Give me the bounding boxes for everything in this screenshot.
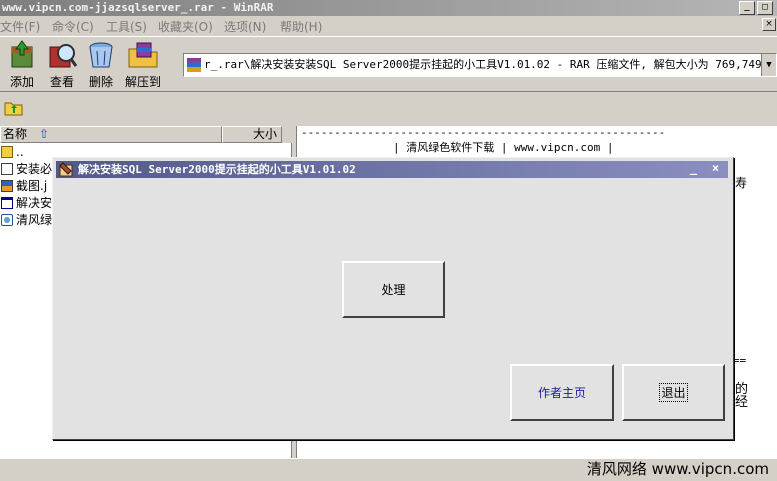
sort-up-icon: ⇧ <box>39 127 50 141</box>
app-icon <box>59 162 74 177</box>
rar-archive-icon <box>187 58 201 72</box>
menu-tools[interactable]: 工具(S) <box>106 18 147 35</box>
mdi-close-icon[interactable]: × <box>762 18 776 31</box>
window-title-bar: www.vipcn.com-jjazsqlserver_.rar - WinRA… <box>0 0 777 16</box>
author-homepage-label: 作者主页 <box>537 386 586 400</box>
menu-help[interactable]: 帮助(H) <box>280 18 322 35</box>
tool-dialog: 解决安装SQL Server2000提示挂起的小工具V1.01.02 _ × 处… <box>52 157 734 440</box>
restore-button[interactable]: □ <box>757 1 773 15</box>
delete-label: 删除 <box>88 75 113 89</box>
preview-fragment: == <box>733 354 747 367</box>
window-title: www.vipcn.com-jjazsqlserver_.rar - WinRA… <box>2 1 274 14</box>
archive-path-text: r_.rar\解决安装安装SQL Server2000提示挂起的小工具V1.01… <box>204 58 777 71</box>
extract-folder-icon <box>127 39 159 71</box>
application-icon <box>1 197 13 209</box>
image-file-icon <box>1 180 13 192</box>
menu-bar: 文件(F) 命令(C) 工具(S) 收藏夹(O) 选项(N) 帮助(H) × <box>0 16 777 35</box>
dialog-title-bar[interactable]: 解决安装SQL Server2000提示挂起的小工具V1.01.02 _ × <box>56 161 728 178</box>
up-folder-icon[interactable] <box>4 99 24 117</box>
process-button[interactable]: 处理 <box>342 261 445 318</box>
column-size-label: 大小 <box>252 127 277 141</box>
column-name-label: 名称 <box>3 127 28 141</box>
menu-file[interactable]: 文件(F) <box>0 18 40 35</box>
dialog-close-icon[interactable]: × <box>708 162 723 176</box>
menu-favorites[interactable]: 收藏夹(O) <box>158 18 213 35</box>
column-size[interactable]: 大小 <box>222 126 282 143</box>
process-button-label: 处理 <box>381 283 406 297</box>
preview-fragment: 经 <box>735 395 749 410</box>
delete-button[interactable]: 删除 <box>84 39 118 90</box>
exit-button-label: 退出 <box>659 383 688 402</box>
minimize-button[interactable]: _ <box>739 1 755 15</box>
menu-command[interactable]: 命令(C) <box>52 18 94 35</box>
menu-options[interactable]: 选项(N) <box>224 18 266 35</box>
file-list-header: 名称 ⇧ 大小 <box>0 126 292 143</box>
add-button[interactable]: 添加 <box>5 39 39 90</box>
text-file-icon <box>1 163 13 175</box>
preview-fragment: 寿 <box>735 176 748 190</box>
path-dropdown-icon[interactable]: ▼ <box>761 54 776 76</box>
extract-to-label: 解压到 <box>124 75 161 89</box>
watermark: 清风网络 www.vipcn.com <box>586 460 769 478</box>
dialog-title: 解决安装SQL Server2000提示挂起的小工具V1.01.02 <box>78 163 356 176</box>
add-label: 添加 <box>9 75 34 89</box>
preview-divider: ----------------------------------------… <box>301 126 666 139</box>
dialog-minimize-icon[interactable]: _ <box>686 162 701 176</box>
delete-bin-icon <box>85 39 117 71</box>
navigation-row <box>0 95 777 123</box>
archive-path-field[interactable]: r_.rar\解决安装安装SQL Server2000提示挂起的小工具V1.01… <box>183 53 777 77</box>
web-page-icon <box>1 214 13 226</box>
column-name[interactable]: 名称 ⇧ <box>0 126 222 143</box>
author-homepage-button[interactable]: 作者主页 <box>510 364 614 421</box>
add-archive-icon <box>6 39 38 71</box>
view-label: 查看 <box>49 75 74 89</box>
exit-button[interactable]: 退出 <box>622 364 725 421</box>
view-magnifier-icon <box>46 39 78 71</box>
view-button[interactable]: 查看 <box>45 39 79 90</box>
extract-to-button[interactable]: 解压到 <box>122 39 164 90</box>
folder-icon <box>1 146 13 158</box>
